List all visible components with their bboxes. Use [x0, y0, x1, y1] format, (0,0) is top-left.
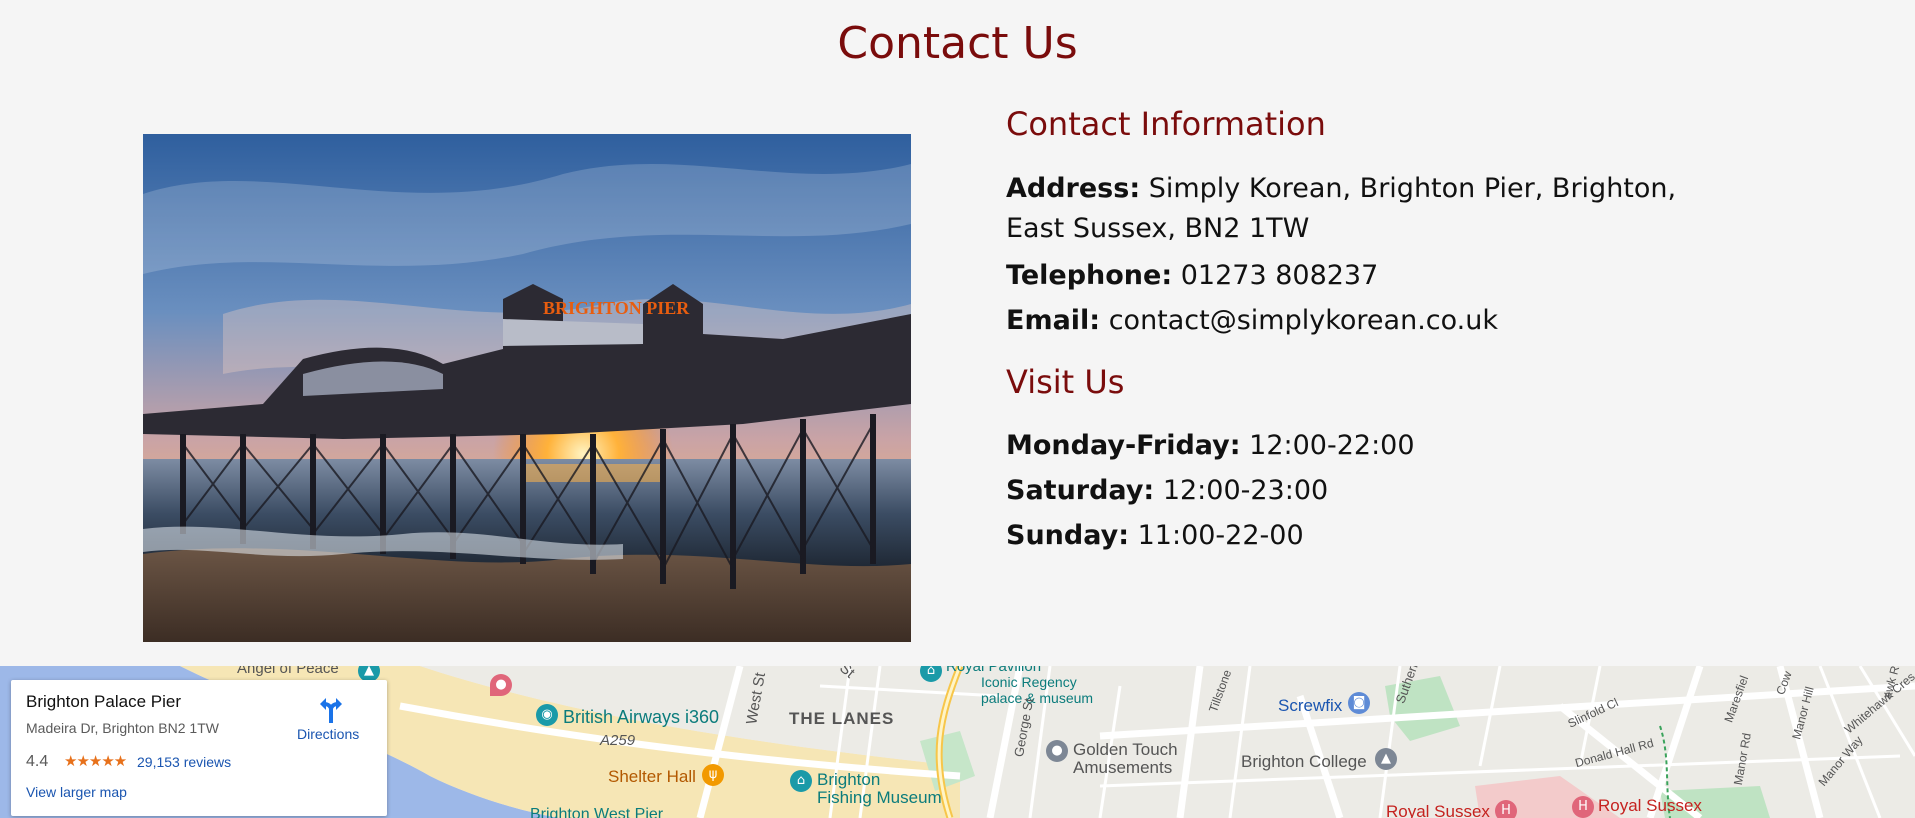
- restaurant-pin-icon[interactable]: ψ: [702, 764, 724, 786]
- page-title: Contact Us: [837, 18, 1078, 69]
- map-pin-icon[interactable]: ●: [490, 674, 512, 696]
- directions-link[interactable]: Directions: [297, 726, 359, 742]
- view-larger-map-link[interactable]: View larger map: [26, 784, 127, 800]
- visit-us-heading: Visit Us: [1006, 363, 1125, 401]
- map-label-fishing-museum-line2[interactable]: Fishing Museum: [817, 788, 942, 808]
- hours-row-sunday: Sunday: 11:00-22-00: [1006, 516, 1726, 556]
- telephone-value: 01273 808237: [1180, 260, 1379, 291]
- address-row: Address: Simply Korean, Brighton Pier, B…: [1006, 169, 1726, 249]
- hours-label: Saturday:: [1006, 475, 1155, 506]
- hours-value: 12:00-22:00: [1249, 430, 1415, 461]
- map-label-royal-sussex-2[interactable]: Royal Sussex: [1598, 796, 1702, 816]
- directions-icon[interactable]: [316, 694, 346, 724]
- telephone-row: Telephone: 01273 808237: [1006, 256, 1726, 296]
- hours-value: 12:00-23:00: [1162, 475, 1329, 506]
- hospital-pin-icon[interactable]: H: [1495, 800, 1517, 818]
- address-label: Address:: [1006, 173, 1141, 204]
- pier-sign: BRIGHTON PIER: [543, 298, 690, 318]
- map-label-screwfix[interactable]: Screwfix: [1278, 696, 1342, 716]
- map-label-the-lanes: THE LANES: [789, 709, 895, 728]
- map-label-golden-touch-line2[interactable]: Amusements: [1073, 758, 1172, 778]
- map-label-fishing-museum-line1[interactable]: Brighton: [817, 770, 880, 790]
- hours-value: 11:00-22-00: [1137, 520, 1304, 551]
- amusements-pin-icon[interactable]: ●: [1046, 740, 1068, 762]
- place-address: Madeira Dr, Brighton BN2 1TW: [26, 720, 219, 736]
- hours-row-saturday: Saturday: 12:00-23:00: [1006, 471, 1726, 511]
- map-label-golden-touch-line1[interactable]: Golden Touch: [1073, 740, 1178, 760]
- map-label-royal-sussex-1[interactable]: Royal Sussex: [1386, 802, 1490, 818]
- map-label-shelter-hall[interactable]: Shelter Hall: [608, 767, 696, 787]
- map-label-a259: A259: [600, 732, 636, 749]
- hours-label: Sunday:: [1006, 520, 1130, 551]
- contact-information-heading: Contact Information: [1006, 105, 1326, 143]
- map-label-royal-pavilion-desc1: Iconic Regency: [981, 674, 1077, 690]
- hours-row-weekdays: Monday-Friday: 12:00-22:00: [1006, 426, 1726, 466]
- map-label-angel-of-peace[interactable]: Angel of Peace: [237, 666, 339, 677]
- shopping-pin-icon[interactable]: ◙: [1348, 692, 1370, 714]
- school-pin-icon[interactable]: ▲: [1375, 748, 1397, 770]
- telephone-label: Telephone:: [1006, 260, 1173, 291]
- place-name: Brighton Palace Pier: [26, 692, 181, 711]
- hospital-pin-icon-2[interactable]: H: [1572, 796, 1594, 818]
- email-row: Email: contact@simplykorean.co.uk: [1006, 301, 1726, 341]
- map-place-card: Brighton Palace Pier Madeira Dr, Brighto…: [11, 680, 387, 816]
- email-value: contact@simplykorean.co.uk: [1108, 305, 1499, 336]
- rating-stars-icon: ★★★★★: [64, 753, 127, 770]
- email-label: Email:: [1006, 305, 1101, 336]
- map-label-royal-pavilion-desc2: palace & museum: [981, 690, 1094, 706]
- map-label-brighton-college[interactable]: Brighton College: [1241, 752, 1367, 772]
- hours-label: Monday-Friday:: [1006, 430, 1241, 461]
- map-label-british-airways-i360[interactable]: British Airways i360: [563, 707, 719, 728]
- reviews-link[interactable]: 29,153 reviews: [137, 754, 231, 770]
- museum-pin-icon[interactable]: ⌂: [790, 770, 812, 792]
- map-label-west-pier[interactable]: Brighton West Pier: [530, 806, 663, 818]
- camera-pin-icon[interactable]: ◉: [536, 704, 558, 726]
- brighton-pier-photo: BRIGHTON PIER: [143, 134, 911, 642]
- place-rating: 4.4: [26, 753, 49, 770]
